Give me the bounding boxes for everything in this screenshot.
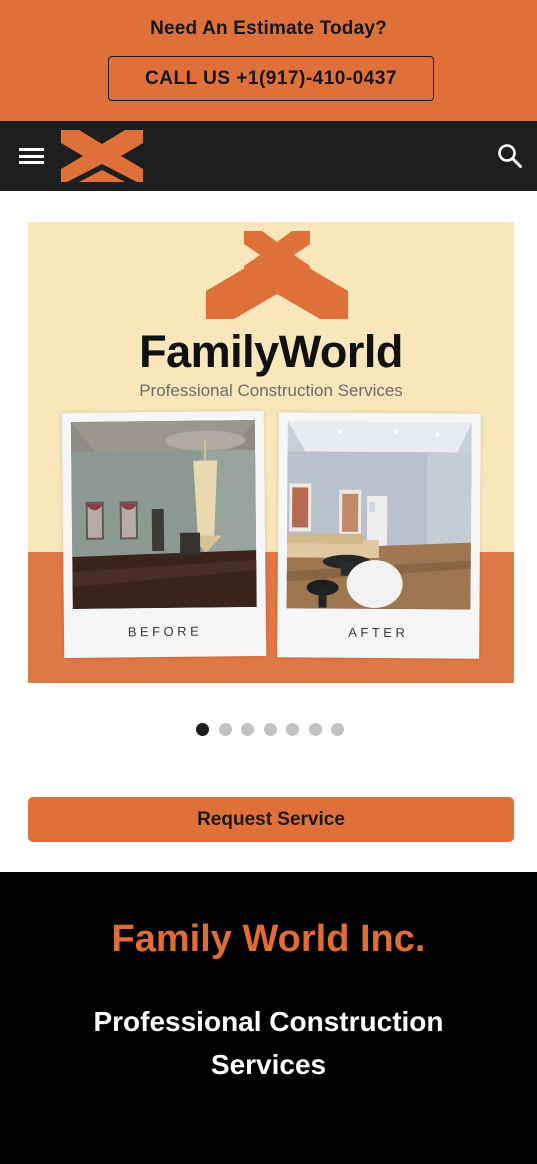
before-room-image xyxy=(70,420,257,609)
estimate-banner: Need An Estimate Today? CALL US +1(917)-… xyxy=(0,0,537,121)
brand-name: FamilyWorld xyxy=(139,326,403,377)
hero-slide[interactable]: FamilyWorld Professional Construction Se… xyxy=(28,222,514,683)
carousel-dot-7[interactable] xyxy=(331,723,344,736)
carousel-dot-3[interactable] xyxy=(241,723,254,736)
after-label: AFTER xyxy=(348,624,409,641)
brand-logo-icon xyxy=(206,231,348,319)
logo-icon[interactable] xyxy=(61,130,143,182)
brand-tagline: Professional Construction Services xyxy=(139,381,403,400)
company-name: Family World Inc. xyxy=(111,918,426,960)
estimate-heading: Need An Estimate Today? xyxy=(150,18,387,39)
search-icon[interactable] xyxy=(497,143,523,169)
carousel-dot-5[interactable] xyxy=(286,723,299,736)
before-photo-card: BEFORE xyxy=(61,410,267,659)
call-us-button[interactable]: CALL US +1(917)-410-0437 xyxy=(108,56,434,101)
request-service-button[interactable]: Request Service xyxy=(28,797,514,842)
before-label: BEFORE xyxy=(127,623,203,640)
company-tagline: Professional Construction Services xyxy=(93,1006,444,1080)
after-room-image xyxy=(286,421,472,610)
after-photo-card: AFTER xyxy=(277,412,481,659)
carousel-dot-2[interactable] xyxy=(219,723,232,736)
carousel-dot-1[interactable] xyxy=(196,723,209,736)
carousel-dot-4[interactable] xyxy=(264,723,277,736)
company-section: Family World Inc. Professional Construct… xyxy=(0,872,537,1164)
carousel-dot-6[interactable] xyxy=(309,723,322,736)
hamburger-menu-icon[interactable] xyxy=(19,146,45,166)
